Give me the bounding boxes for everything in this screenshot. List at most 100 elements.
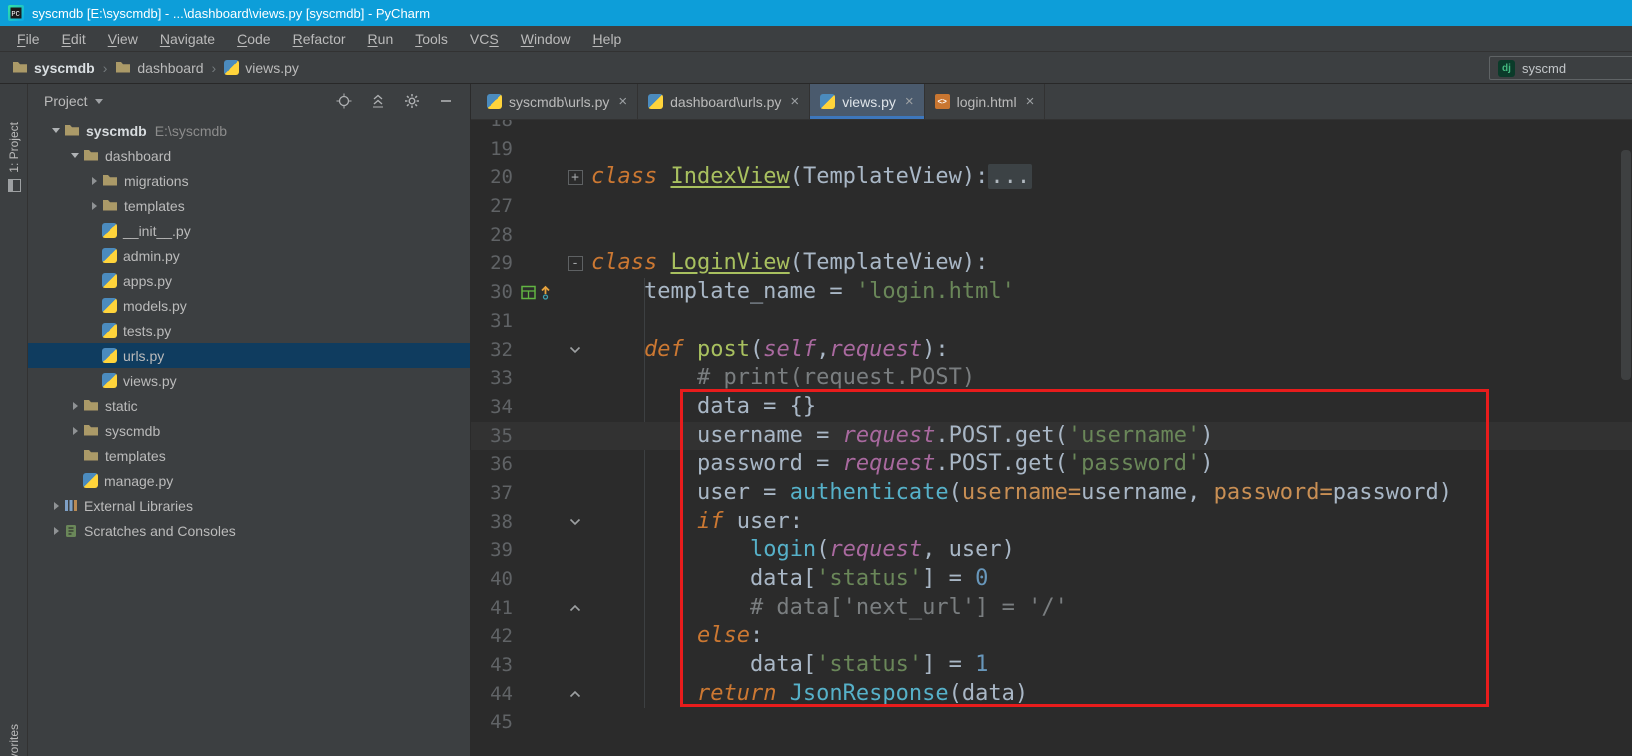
line-number[interactable]: 42	[471, 622, 519, 651]
settings-icon[interactable]	[400, 90, 424, 112]
code-line-44[interactable]: 44 return JsonResponse(data)	[471, 680, 1632, 709]
code-line-36[interactable]: 36 password = request.POST.get('password…	[471, 450, 1632, 479]
code-line-29[interactable]: 29- class LoginView(TemplateView):	[471, 249, 1632, 278]
tree-item-views-py[interactable]: views.py	[28, 368, 470, 393]
code-line-20[interactable]: 20 + class IndexView(TemplateView):...	[471, 163, 1632, 192]
line-number[interactable]: 39	[471, 536, 519, 565]
code-line-39[interactable]: 39 login(request, user)	[471, 536, 1632, 565]
menu-file[interactable]: File	[6, 31, 51, 47]
line-number[interactable]: 36	[471, 450, 519, 479]
fold-marker-icon[interactable]	[563, 346, 587, 354]
close-icon[interactable]: ×	[1026, 93, 1035, 110]
tree-item-external-libraries[interactable]: External Libraries	[28, 493, 470, 518]
line-number[interactable]: 35	[471, 422, 519, 451]
line-number[interactable]: 44	[471, 680, 519, 709]
fold-marker-icon[interactable]	[563, 604, 587, 612]
menu-navigate[interactable]: Navigate	[149, 31, 226, 47]
line-number[interactable]: 19	[471, 135, 519, 164]
fold-marker-icon[interactable]: +	[563, 170, 587, 186]
run-configuration-button[interactable]: dj syscmd	[1489, 56, 1632, 80]
fold-marker-icon[interactable]	[563, 518, 587, 526]
code-line-42[interactable]: 42 else:	[471, 622, 1632, 651]
line-number[interactable]: 41	[471, 594, 519, 623]
code-line-40[interactable]: 40 data['status'] = 0	[471, 565, 1632, 594]
code-line-31[interactable]: 31	[471, 307, 1632, 336]
code-line-33[interactable]: 33 # print(request.POST)	[471, 364, 1632, 393]
chevron-right-icon[interactable]	[91, 201, 97, 210]
breadcrumb-dashboard[interactable]: dashboard	[115, 60, 204, 76]
menu-vcs[interactable]: VCS	[459, 31, 510, 47]
tree-item-urls-py[interactable]: urls.py	[28, 343, 470, 368]
tree-item-apps-py[interactable]: apps.py	[28, 268, 470, 293]
tree-item-scratches-and-consoles[interactable]: Scratches and Consoles	[28, 518, 470, 543]
line-number[interactable]: 20	[471, 163, 519, 192]
menu-view[interactable]: View	[97, 31, 149, 47]
code-line-34[interactable]: 34 data = {}	[471, 393, 1632, 422]
code-line-32[interactable]: 32 def post(self,request):	[471, 336, 1632, 365]
line-number[interactable]: 29	[471, 249, 519, 278]
tree-item-syscmdb[interactable]: syscmdb E:\syscmdb	[28, 118, 470, 143]
tree-item-templates[interactable]: templates	[28, 443, 470, 468]
menu-tools[interactable]: Tools	[404, 31, 459, 47]
editor-scrollbar[interactable]	[1620, 120, 1632, 756]
code-line-43[interactable]: 43 data['status'] = 1	[471, 651, 1632, 680]
line-number[interactable]: 32	[471, 336, 519, 365]
project-panel-title[interactable]: Project	[44, 93, 88, 109]
tree-item-migrations[interactable]: migrations	[28, 168, 470, 193]
line-number[interactable]: 40	[471, 565, 519, 594]
menu-code[interactable]: Code	[226, 31, 281, 47]
code-editor[interactable]: 18 19 20 + class IndexView(TemplateView):...…	[471, 120, 1632, 756]
chevron-down-icon[interactable]	[94, 98, 103, 104]
chevron-right-icon[interactable]	[53, 501, 59, 510]
line-number[interactable]: 30	[471, 278, 519, 307]
chevron-right-icon[interactable]	[72, 426, 78, 435]
code-line-18[interactable]: 18	[471, 120, 1632, 135]
close-icon[interactable]: ×	[618, 93, 627, 110]
hide-icon[interactable]	[434, 90, 458, 112]
breadcrumb-views-py[interactable]: views.py	[224, 60, 299, 76]
line-number[interactable]: 38	[471, 508, 519, 537]
line-number[interactable]: 31	[471, 307, 519, 336]
line-number[interactable]: 45	[471, 708, 519, 737]
code-line-35[interactable]: 35 username = request.POST.get('username…	[471, 421, 1632, 451]
fold-marker-icon[interactable]	[563, 690, 587, 698]
tree-item-models-py[interactable]: models.py	[28, 293, 470, 318]
tree-item-syscmdb[interactable]: syscmdb	[28, 418, 470, 443]
code-line-30[interactable]: 30 template_name = 'login.html'	[471, 278, 1632, 307]
code-line-28[interactable]: 28	[471, 221, 1632, 250]
tree-item-admin-py[interactable]: admin.py	[28, 243, 470, 268]
tab-views-py[interactable]: views.py ×	[810, 84, 925, 119]
menu-window[interactable]: Window	[510, 31, 582, 47]
chevron-right-icon[interactable]	[53, 526, 59, 535]
fold-marker-icon[interactable]: -	[563, 256, 587, 272]
code-line-37[interactable]: 37 user = authenticate(username=username…	[471, 479, 1632, 508]
line-number[interactable]: 27	[471, 192, 519, 221]
code-line-41[interactable]: 41 # data['next_url'] = '/'	[471, 594, 1632, 623]
chevron-right-icon[interactable]	[72, 401, 78, 410]
tree-item-templates[interactable]: templates	[28, 193, 470, 218]
tree-item-static[interactable]: static	[28, 393, 470, 418]
line-number[interactable]: 18	[471, 120, 519, 135]
menu-refactor[interactable]: Refactor	[282, 31, 357, 47]
code-line-45[interactable]: 45	[471, 708, 1632, 737]
tree-item-manage-py[interactable]: manage.py	[28, 468, 470, 493]
tool-stripe-project-button[interactable]: 1: Project	[0, 122, 27, 192]
breadcrumb-syscmdb[interactable]: syscmdb	[12, 60, 95, 76]
line-number[interactable]: 37	[471, 479, 519, 508]
tab-syscmdb-urls-py[interactable]: syscmdb\urls.py ×	[477, 84, 639, 119]
line-number[interactable]: 28	[471, 221, 519, 250]
tool-stripe-favorites-button[interactable]: Favorites	[0, 724, 27, 756]
menu-edit[interactable]: Edit	[51, 31, 97, 47]
nav-up-icon[interactable]	[539, 285, 552, 300]
menu-run[interactable]: Run	[357, 31, 405, 47]
tree-item-tests-py[interactable]: tests.py	[28, 318, 470, 343]
scrollbar-thumb[interactable]	[1621, 150, 1631, 380]
code-line-38[interactable]: 38 if user:	[471, 508, 1632, 537]
line-number[interactable]: 34	[471, 393, 519, 422]
chevron-right-icon[interactable]	[91, 176, 97, 185]
menu-help[interactable]: Help	[582, 31, 633, 47]
code-line-27[interactable]: 27	[471, 192, 1632, 221]
line-number[interactable]: 43	[471, 651, 519, 680]
collapse-all-icon[interactable]	[366, 90, 390, 112]
close-icon[interactable]: ×	[905, 93, 914, 110]
